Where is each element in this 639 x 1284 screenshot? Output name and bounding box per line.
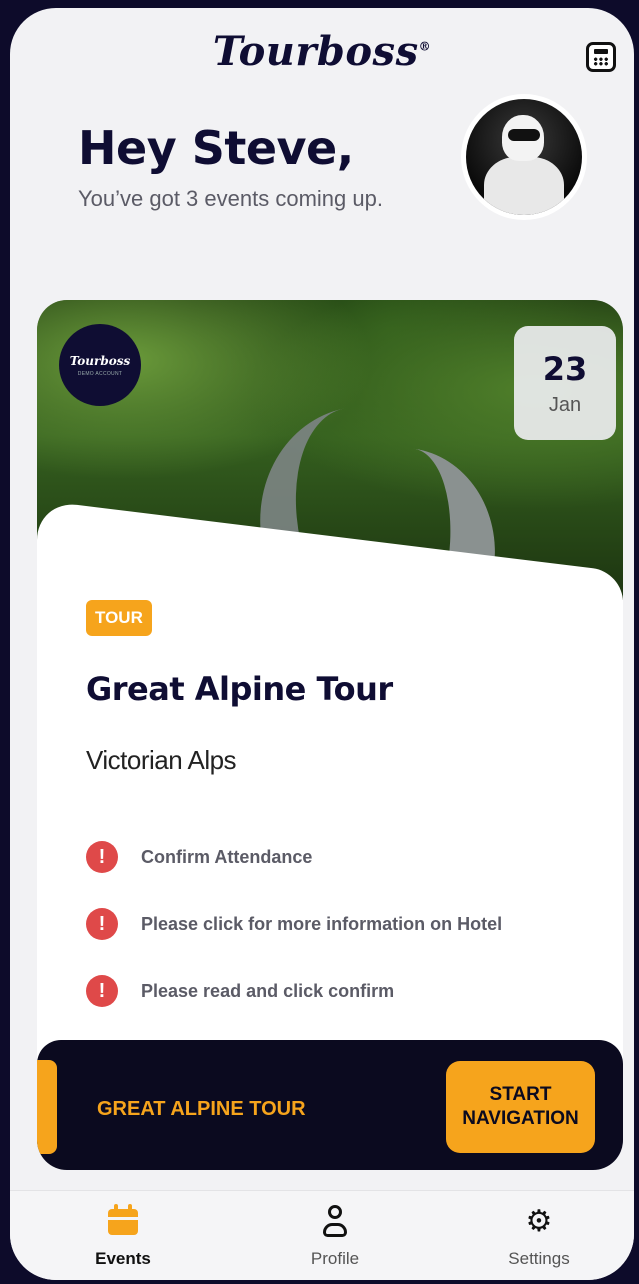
bottom-navigation: Events Profile ⚙ Settings	[10, 1190, 634, 1280]
event-location: Victorian Alps	[86, 745, 237, 775]
organization-badge: Tourboss DEMO ACCOUNT	[59, 324, 141, 406]
events-summary: You’ve got 3 events coming up.	[78, 186, 383, 211]
event-navigation-bar: GREAT ALPINE TOUR START NAVIGATION	[37, 1040, 623, 1170]
alert-text: Please read and click confirm	[141, 980, 395, 1001]
event-type-tag: TOUR	[86, 600, 152, 636]
phone-screen: Tourboss® Hey Steve, You’ve got 3 events…	[10, 8, 634, 1280]
alert-icon: !	[86, 841, 118, 873]
tab-profile[interactable]: Profile	[265, 1191, 405, 1280]
alert-text: Please click for more information on Hot…	[141, 913, 503, 934]
top-bar: Tourboss®	[10, 8, 634, 96]
alert-read-confirm[interactable]: ! Please read and click confirm	[86, 975, 394, 1007]
calendar-icon	[108, 1204, 138, 1235]
alert-confirm-attendance[interactable]: ! Confirm Attendance	[86, 841, 312, 873]
event-title: Great Alpine Tour	[86, 670, 393, 708]
tab-events[interactable]: Events	[53, 1191, 193, 1280]
event-date-day: 23	[542, 349, 588, 388]
nav-bar-title: GREAT ALPINE TOUR	[97, 1098, 306, 1120]
person-icon	[322, 1205, 348, 1239]
alert-hotel-info[interactable]: ! Please click for more information on H…	[86, 908, 502, 940]
gear-icon: ⚙	[525, 1205, 553, 1238]
greeting-title: Hey Steve,	[78, 121, 354, 175]
event-date-badge: 23 Jan	[514, 326, 616, 440]
tab-label: Events	[95, 1249, 151, 1268]
start-navigation-button[interactable]: START NAVIGATION	[446, 1061, 595, 1153]
tab-label: Profile	[310, 1249, 360, 1268]
alert-text: Confirm Attendance	[141, 846, 313, 867]
brand-logo: Tourboss®	[212, 28, 432, 75]
alert-icon: !	[86, 908, 118, 940]
tab-settings[interactable]: ⚙ Settings	[469, 1191, 609, 1280]
avatar[interactable]	[461, 94, 587, 220]
event-card[interactable]: Tourboss DEMO ACCOUNT 23 Jan TOUR Great …	[37, 300, 623, 1170]
tab-label: Settings	[508, 1249, 570, 1268]
alert-icon: !	[86, 975, 118, 1007]
nav-bar-accent	[37, 1060, 57, 1154]
event-date-month: Jan	[548, 393, 582, 416]
calculator-icon[interactable]	[586, 42, 616, 72]
